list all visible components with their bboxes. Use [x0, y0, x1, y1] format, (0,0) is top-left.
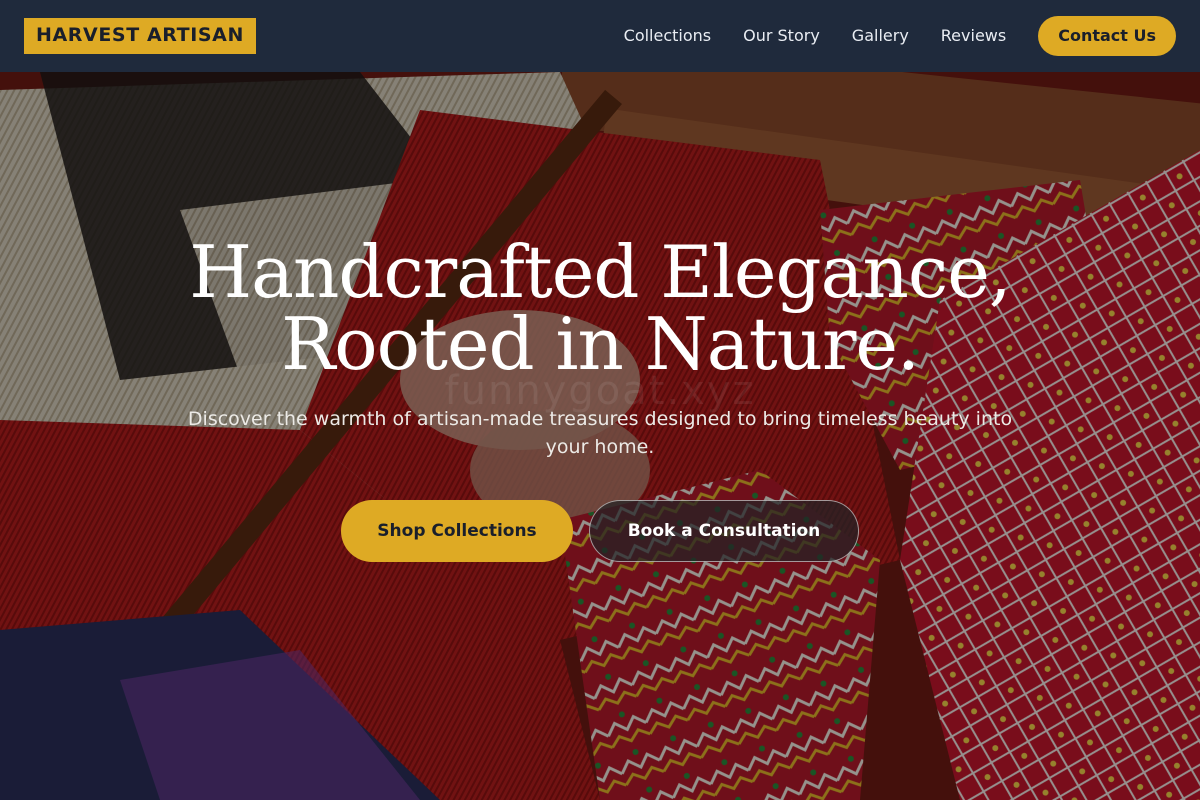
- nav-link-collections[interactable]: Collections: [624, 26, 711, 46]
- nav-link-reviews[interactable]: Reviews: [941, 26, 1006, 46]
- nav-link-gallery[interactable]: Gallery: [852, 26, 909, 46]
- main-nav: Collections Our Story Gallery Reviews Co…: [624, 16, 1176, 56]
- hero-button-group: Shop Collections Book a Consultation: [0, 500, 1200, 562]
- hero-headline-line-1: Handcrafted Elegance,: [189, 230, 1011, 314]
- book-consultation-button[interactable]: Book a Consultation: [589, 500, 859, 562]
- nav-link-our-story[interactable]: Our Story: [743, 26, 820, 46]
- brand-logo[interactable]: HARVEST ARTISAN: [24, 18, 256, 54]
- hero-headline: Handcrafted Elegance, Rooted in Nature.: [100, 236, 1100, 380]
- top-navbar: HARVEST ARTISAN Collections Our Story Ga…: [0, 0, 1200, 72]
- hero-subtitle: Discover the warmth of artisan-made trea…: [187, 408, 1013, 458]
- contact-us-button[interactable]: Contact Us: [1038, 16, 1176, 56]
- shop-collections-button[interactable]: Shop Collections: [341, 500, 573, 562]
- hero-section: Handcrafted Elegance, Rooted in Nature. …: [0, 72, 1200, 800]
